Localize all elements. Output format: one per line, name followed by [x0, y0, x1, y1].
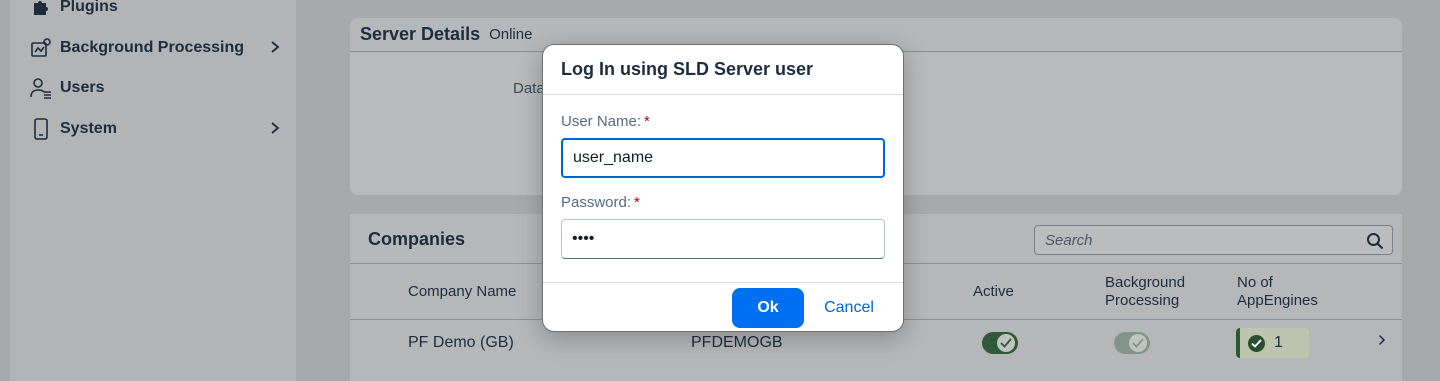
column-header-background-processing[interactable]: Background Processing	[1105, 274, 1185, 310]
username-input[interactable]	[561, 138, 885, 178]
column-header-appengines[interactable]: No of AppEngines	[1237, 274, 1318, 310]
sidebar-item-label: Users	[60, 79, 105, 96]
login-dialog: Log In using SLD Server user User Name: *…	[542, 44, 904, 332]
chevron-right-icon[interactable]	[1378, 333, 1386, 349]
username-label-text: User Name:	[561, 113, 642, 130]
column-header-line: No of	[1237, 274, 1273, 291]
device-icon	[30, 118, 52, 140]
required-marker: *	[644, 113, 650, 130]
sidebar-item-label: Plugins	[60, 0, 118, 15]
sidebar-item-plugins[interactable]: Plugins	[30, 0, 280, 22]
dialog-header: Log In using SLD Server user	[543, 45, 903, 95]
server-details-title: Server Details	[360, 24, 481, 44]
column-header-line: Processing	[1105, 292, 1180, 309]
search-input[interactable]	[1045, 232, 1355, 249]
column-header-active[interactable]: Active	[973, 283, 1014, 301]
password-label: Password: *	[561, 194, 640, 211]
dialog-title: Log In using SLD Server user	[561, 59, 814, 79]
check-icon	[997, 334, 1015, 352]
sidebar-item-label: Background Processing	[60, 39, 245, 56]
puzzle-icon	[30, 0, 52, 18]
search-icon[interactable]	[1366, 232, 1384, 250]
ok-button[interactable]: Ok	[732, 288, 804, 328]
sidebar-item-system[interactable]: System	[30, 114, 280, 144]
search-field[interactable]	[1034, 225, 1393, 255]
company-code-cell: PFDEMOGB	[691, 334, 783, 351]
background-processing-icon	[30, 37, 52, 59]
background-processing-toggle	[1114, 332, 1150, 354]
appengines-count: 1	[1274, 334, 1283, 351]
sidebar-item-users[interactable]: Users	[30, 73, 280, 103]
password-input[interactable]	[561, 219, 885, 259]
column-header-company-name[interactable]: Company Name	[408, 283, 516, 301]
username-label: User Name: *	[561, 113, 650, 130]
appengines-status-badge: 1	[1236, 328, 1309, 358]
column-header-line: Background	[1105, 274, 1186, 291]
success-icon	[1248, 334, 1265, 352]
chevron-right-icon	[270, 40, 280, 56]
sidebar-item-label: System	[60, 120, 117, 137]
field-label: Data	[513, 80, 545, 97]
active-toggle[interactable]	[982, 332, 1018, 354]
chevron-right-icon	[270, 121, 280, 137]
companies-title: Companies	[368, 229, 466, 249]
server-status: Online	[489, 26, 533, 43]
cancel-button[interactable]: Cancel	[813, 288, 885, 328]
sidebar-item-background-processing[interactable]: Background Processing	[30, 33, 280, 63]
password-label-text: Password:	[561, 194, 632, 211]
user-icon	[30, 77, 52, 99]
sidebar: Plugins Background Processing Users Syst…	[10, 0, 296, 381]
check-icon	[1129, 334, 1147, 352]
dialog-footer: Ok Cancel	[543, 282, 903, 331]
column-header-line: AppEngines	[1237, 292, 1318, 309]
company-name-cell: PF Demo (GB)	[408, 334, 514, 351]
required-marker: *	[634, 194, 640, 211]
